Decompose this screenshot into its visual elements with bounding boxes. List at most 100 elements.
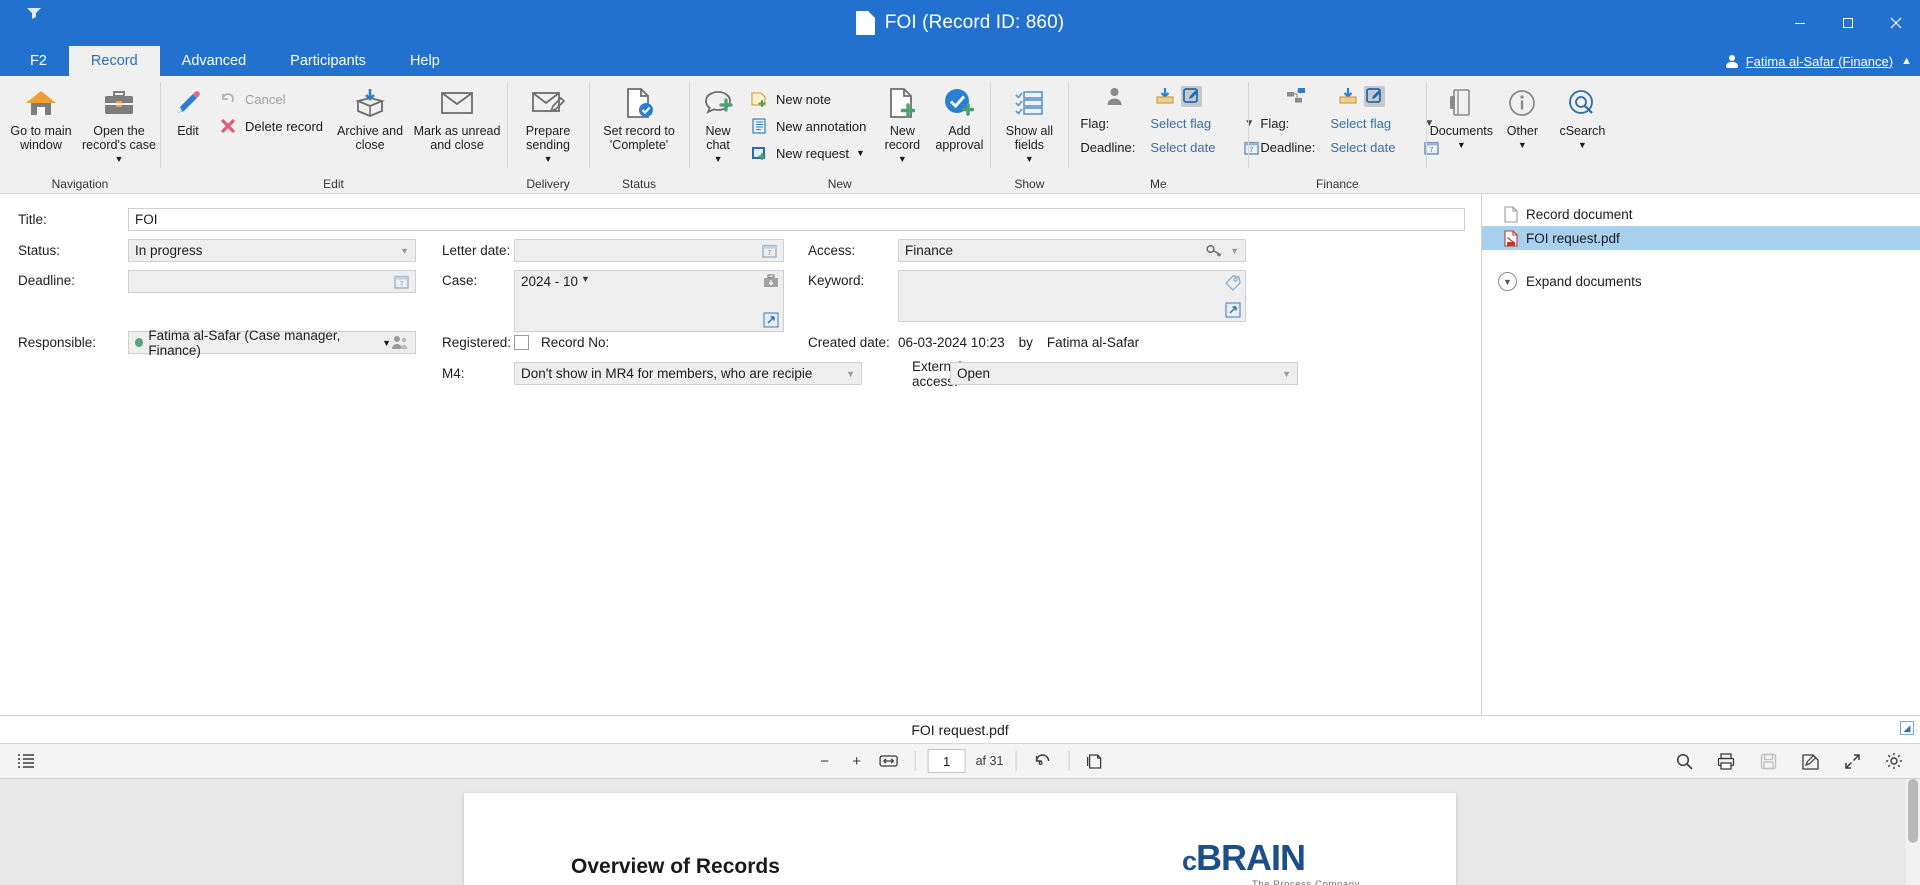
ribbon-group-finance: Flag: Select flag ▼ Deadline: Select dat…: [1248, 76, 1426, 194]
pdf-vertical-scrollbar[interactable]: [1906, 779, 1920, 885]
edit-button[interactable]: Edit: [162, 81, 214, 165]
key-icon[interactable]: [1206, 244, 1222, 258]
tab-f2[interactable]: F2: [8, 46, 69, 76]
finance-edit-flag-icon[interactable]: [1364, 86, 1385, 107]
me-deadline-value[interactable]: Select date: [1150, 140, 1236, 155]
new-chat-button[interactable]: New chat▼: [691, 81, 745, 166]
finance-deadline-value[interactable]: Select date: [1330, 140, 1416, 155]
info-icon: [1508, 86, 1536, 120]
preview-expand-icon[interactable]: ◢: [1900, 721, 1914, 735]
case-briefcase-icon[interactable]: [763, 274, 779, 290]
cbrain-logo-tagline: The Process Company: [1182, 879, 1360, 885]
open-records-case-caret-icon[interactable]: ▼: [115, 152, 124, 166]
documents-caret-icon[interactable]: ▼: [1457, 138, 1466, 152]
account-name-link[interactable]: Fatima al-Safar (Finance): [1746, 54, 1893, 69]
csearch-caret-icon[interactable]: ▼: [1578, 138, 1587, 152]
other-button[interactable]: Other ▼: [1494, 81, 1550, 165]
show-all-fields-caret-icon[interactable]: ▼: [1025, 152, 1034, 166]
minimize-button[interactable]: [1776, 0, 1824, 46]
case-open-icon[interactable]: [763, 312, 779, 328]
cbrain-logo-brain: BRAIN: [1196, 837, 1305, 878]
keyword-open-icon[interactable]: [1225, 302, 1241, 318]
open-records-case-button[interactable]: Open the record's case▼: [80, 81, 158, 166]
status-dropdown-icon[interactable]: ▼: [400, 246, 409, 256]
other-caret-icon[interactable]: ▼: [1518, 138, 1527, 152]
prepare-sending-caret-icon[interactable]: ▼: [544, 152, 553, 166]
me-flag-value[interactable]: Select flag: [1150, 116, 1236, 131]
m4-dropdown-icon[interactable]: ▼: [846, 369, 855, 379]
case-dropdown-icon[interactable]: ▼: [581, 274, 590, 284]
cancel-button[interactable]: Cancel: [214, 87, 331, 111]
ribbon-group-navigation-label: Navigation: [2, 174, 158, 194]
pdf-scrollbar-thumb[interactable]: [1908, 779, 1918, 843]
tab-record[interactable]: Record: [69, 46, 160, 76]
page-number-input[interactable]: 1: [928, 749, 966, 773]
flag-inbox-icon[interactable]: [1155, 87, 1175, 105]
case-field[interactable]: 2024 - 10 ▼: [514, 270, 784, 332]
status-select[interactable]: In progress ▼: [128, 239, 416, 262]
fit-width-icon[interactable]: [875, 748, 903, 774]
delete-record-button[interactable]: Delete record: [214, 114, 331, 138]
tag-icon[interactable]: [1224, 274, 1241, 291]
new-annotation-button[interactable]: New annotation: [745, 114, 874, 138]
new-record-button[interactable]: New record▼: [874, 81, 930, 166]
finance-flag-inbox-icon[interactable]: [1338, 87, 1358, 105]
gear-icon[interactable]: [1880, 748, 1908, 774]
page-view-icon[interactable]: [1081, 748, 1109, 774]
expand-documents-row[interactable]: ▼ Expand documents: [1482, 272, 1920, 291]
keyword-field[interactable]: [898, 270, 1246, 322]
chevron-down-circle-icon[interactable]: ▼: [1498, 272, 1517, 291]
access-field-label: Access:: [784, 243, 898, 258]
new-chat-caret-icon[interactable]: ▼: [714, 152, 723, 166]
m4-select[interactable]: Don't show in MR4 for members, who are r…: [514, 362, 862, 385]
new-request-caret-icon[interactable]: ▼: [856, 148, 865, 158]
set-record-complete-button[interactable]: Set record to 'Complete': [591, 81, 687, 165]
maximize-button[interactable]: [1824, 0, 1872, 46]
external-access-select[interactable]: Open ▼: [950, 362, 1298, 385]
new-request-button[interactable]: New request▼: [745, 141, 874, 165]
document-plus-icon: [887, 86, 917, 120]
select-participant-icon[interactable]: [391, 335, 409, 350]
access-select[interactable]: Finance ▼: [898, 239, 1246, 262]
deadline-calendar-icon[interactable]: 7: [394, 274, 409, 289]
save-icon[interactable]: [1754, 748, 1782, 774]
search-icon[interactable]: [1670, 748, 1698, 774]
go-to-main-window-button[interactable]: Go to main window: [2, 81, 80, 165]
letter-date-calendar-icon[interactable]: 7: [762, 243, 777, 258]
sidebar-toggle-icon[interactable]: [12, 748, 40, 774]
tab-participants[interactable]: Participants: [268, 46, 388, 76]
deadline-input[interactable]: 7: [128, 270, 416, 293]
collapse-ribbon-icon[interactable]: ▲: [1901, 55, 1912, 67]
letter-date-input[interactable]: 7: [514, 239, 784, 262]
prepare-sending-button[interactable]: Prepare sending▼: [509, 81, 587, 166]
registered-checkbox[interactable]: [514, 335, 529, 350]
list-item-foi-request-pdf[interactable]: FOI request.pdf: [1482, 226, 1920, 250]
quick-access-toolbar-button[interactable]: [22, 4, 46, 22]
print-icon[interactable]: [1712, 748, 1740, 774]
documents-button[interactable]: Documents ▼: [1428, 81, 1494, 165]
tab-advanced[interactable]: Advanced: [160, 46, 269, 76]
edit-flag-icon[interactable]: [1181, 86, 1202, 107]
pdf-viewer[interactable]: cBRAIN The Process Company info@cbrain.d…: [0, 779, 1920, 885]
new-note-button[interactable]: New note: [745, 87, 874, 111]
external-access-dropdown-icon[interactable]: ▼: [1282, 369, 1291, 379]
mark-as-unread-button[interactable]: Mark as unread and close: [409, 81, 505, 165]
zoom-in-button[interactable]: +: [843, 748, 871, 774]
access-dropdown-icon[interactable]: ▼: [1230, 246, 1239, 256]
finance-flag-value[interactable]: Select flag: [1330, 116, 1416, 131]
list-item-record-document[interactable]: Record document: [1482, 202, 1920, 226]
tab-help[interactable]: Help: [388, 46, 462, 76]
csearch-button[interactable]: cSearch ▼: [1550, 81, 1614, 165]
archive-and-close-button[interactable]: Archive and close: [331, 81, 409, 165]
responsible-select[interactable]: Fatima al-Safar (Case manager, Finance) …: [128, 331, 416, 354]
rotate-icon[interactable]: [1028, 748, 1056, 774]
fullscreen-icon[interactable]: [1838, 748, 1866, 774]
add-approval-button[interactable]: Add approval: [930, 81, 988, 165]
responsible-dropdown-icon[interactable]: ▼: [382, 338, 391, 348]
show-all-fields-button[interactable]: Show all fields▼: [992, 81, 1066, 166]
new-record-caret-icon[interactable]: ▼: [898, 152, 907, 166]
sign-icon[interactable]: [1796, 748, 1824, 774]
zoom-out-button[interactable]: −: [811, 748, 839, 774]
title-input[interactable]: FOI: [128, 208, 1465, 231]
close-button[interactable]: [1872, 0, 1920, 46]
